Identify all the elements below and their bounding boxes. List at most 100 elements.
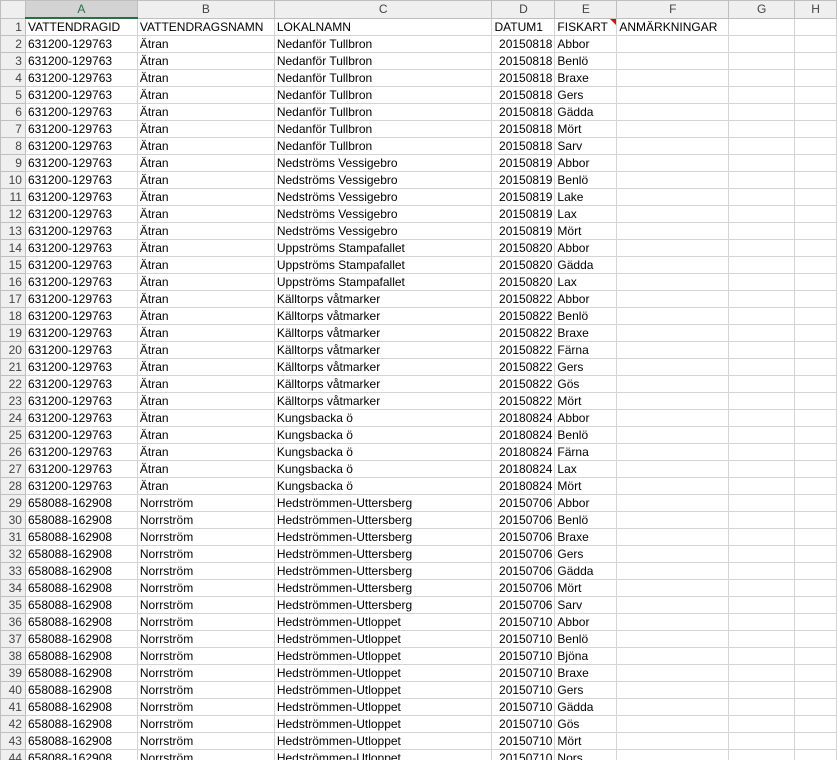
cell-empty[interactable]	[728, 545, 796, 563]
cell-vattendragid[interactable]: 658088-162908	[24, 664, 138, 682]
cell-empty[interactable]	[728, 171, 796, 189]
cell-lokalnamn[interactable]: Hedströmmen-Utloppet	[273, 647, 493, 665]
cell-vattendragsnamn[interactable]: Ätran	[136, 392, 275, 410]
cell-vattendragsnamn[interactable]: Norrström	[136, 664, 275, 682]
cell-vattendragid[interactable]: 631200-129763	[24, 358, 138, 376]
cell-fiskart[interactable]: Benlö	[554, 171, 618, 189]
cell-empty[interactable]	[728, 307, 796, 325]
cell-lokalnamn[interactable]: Källtorps våtmarker	[273, 324, 493, 342]
cell-empty[interactable]	[794, 664, 837, 682]
cell-vattendragsnamn[interactable]: Ätran	[136, 426, 275, 444]
cell-lokalnamn[interactable]: Nedanför Tullbron	[273, 86, 493, 104]
cell-fiskart[interactable]: Gers	[554, 681, 618, 699]
cell-empty[interactable]	[728, 35, 796, 53]
cell-datum1[interactable]: 20150710	[491, 749, 556, 760]
cell-vattendragsnamn[interactable]: Norrström	[136, 715, 275, 733]
cell-datum1[interactable]: 20150710	[491, 698, 556, 716]
cell-empty[interactable]	[616, 613, 730, 631]
row-header[interactable]: 44	[0, 749, 26, 760]
cell-empty[interactable]	[616, 562, 730, 580]
cell-empty[interactable]	[616, 460, 730, 478]
cell-lokalnamn[interactable]: Hedströmmen-Utloppet	[273, 698, 493, 716]
row-header[interactable]: 8	[0, 137, 26, 155]
cell-empty[interactable]	[794, 17, 837, 36]
cell-vattendragsnamn[interactable]: Ätran	[136, 239, 275, 257]
cell-vattendragid[interactable]: 631200-129763	[24, 341, 138, 359]
cell-vattendragsnamn[interactable]: Norrström	[136, 647, 275, 665]
cell-datum1[interactable]: 20150818	[491, 103, 556, 121]
cell-vattendragid[interactable]: 631200-129763	[24, 86, 138, 104]
cell-empty[interactable]	[728, 205, 796, 223]
cell-vattendragid[interactable]: 631200-129763	[24, 205, 138, 223]
cell-fiskart[interactable]: Benlö	[554, 511, 618, 529]
cell-datum1[interactable]: 20150710	[491, 647, 556, 665]
cell-empty[interactable]	[616, 698, 730, 716]
cell-empty[interactable]	[728, 511, 796, 529]
cell-empty[interactable]	[794, 460, 837, 478]
row-header[interactable]: 14	[0, 239, 26, 257]
cell-empty[interactable]	[616, 324, 730, 342]
cell-empty[interactable]	[728, 443, 796, 461]
cell-empty[interactable]	[728, 375, 796, 393]
cell-vattendragid[interactable]: 631200-129763	[24, 256, 138, 274]
row-header[interactable]: 43	[0, 732, 26, 750]
cell-empty[interactable]	[794, 579, 837, 597]
cell-datum1[interactable]: 20150818	[491, 137, 556, 155]
cell-lokalnamn[interactable]: Hedströmmen-Utloppet	[273, 681, 493, 699]
cell-empty[interactable]	[616, 443, 730, 461]
cell-fiskart[interactable]: Mört	[554, 732, 618, 750]
cell-vattendragsnamn[interactable]: Ätran	[136, 205, 275, 223]
cell-lokalnamn[interactable]: Uppströms Stampafallet	[273, 273, 493, 291]
cell-empty[interactable]	[794, 358, 837, 376]
cell-empty[interactable]	[616, 630, 730, 648]
cell-vattendragsnamn[interactable]: Norrström	[136, 749, 275, 760]
cell-vattendragsnamn[interactable]: Norrström	[136, 545, 275, 563]
cell-datum1[interactable]: 20150706	[491, 579, 556, 597]
cell-empty[interactable]	[794, 205, 837, 223]
cell-lokalnamn[interactable]: Nedströms Vessigebro	[273, 222, 493, 240]
cell-empty[interactable]	[616, 409, 730, 427]
row-header[interactable]: 22	[0, 375, 26, 393]
cell-datum1[interactable]: 20150819	[491, 205, 556, 223]
row-header[interactable]: 5	[0, 86, 26, 104]
cell-empty[interactable]	[728, 409, 796, 427]
row-header[interactable]: 23	[0, 392, 26, 410]
cell-fiskart[interactable]: Mört	[554, 222, 618, 240]
cell-empty[interactable]	[728, 324, 796, 342]
cell-datum1[interactable]: 20180824	[491, 443, 556, 461]
cell-datum1[interactable]: 20150706	[491, 545, 556, 563]
cell-lokalnamn[interactable]: Nedströms Vessigebro	[273, 188, 493, 206]
cell-vattendragid[interactable]: 631200-129763	[24, 273, 138, 291]
cell-empty[interactable]	[728, 596, 796, 614]
cell-lokalnamn[interactable]: Nedströms Vessigebro	[273, 154, 493, 172]
cell-lokalnamn[interactable]: Nedanför Tullbron	[273, 52, 493, 70]
cell-vattendragid[interactable]: 631200-129763	[24, 392, 138, 410]
cell-empty[interactable]	[728, 222, 796, 240]
cell-empty[interactable]	[616, 392, 730, 410]
cell-lokalnamn[interactable]: Hedströmmen-Utloppet	[273, 630, 493, 648]
row-header[interactable]: 42	[0, 715, 26, 733]
row-header[interactable]: 25	[0, 426, 26, 444]
cell-empty[interactable]	[728, 681, 796, 699]
row-header[interactable]: 12	[0, 205, 26, 223]
cell-vattendragid[interactable]: 631200-129763	[24, 290, 138, 308]
cell-datum1[interactable]: 20150822	[491, 358, 556, 376]
cell-empty[interactable]	[794, 647, 837, 665]
cell-vattendragid[interactable]: 631200-129763	[24, 154, 138, 172]
cell-empty[interactable]	[616, 647, 730, 665]
cell-vattendragid[interactable]: 658088-162908	[24, 596, 138, 614]
cell-empty[interactable]	[794, 120, 837, 138]
cell-empty[interactable]	[794, 256, 837, 274]
cell-empty[interactable]	[794, 715, 837, 733]
cell-header-lokalnamn[interactable]: LOKALNAMN	[273, 17, 493, 36]
cell-empty[interactable]	[794, 409, 837, 427]
cell-empty[interactable]	[728, 103, 796, 121]
row-header[interactable]: 3	[0, 52, 26, 70]
cell-empty[interactable]	[794, 545, 837, 563]
cell-vattendragid[interactable]: 658088-162908	[24, 511, 138, 529]
cell-datum1[interactable]: 20150820	[491, 273, 556, 291]
cell-datum1[interactable]: 20150706	[491, 494, 556, 512]
cell-empty[interactable]	[616, 86, 730, 104]
cell-lokalnamn[interactable]: Källtorps våtmarker	[273, 358, 493, 376]
column-header-a[interactable]: A	[24, 0, 138, 19]
